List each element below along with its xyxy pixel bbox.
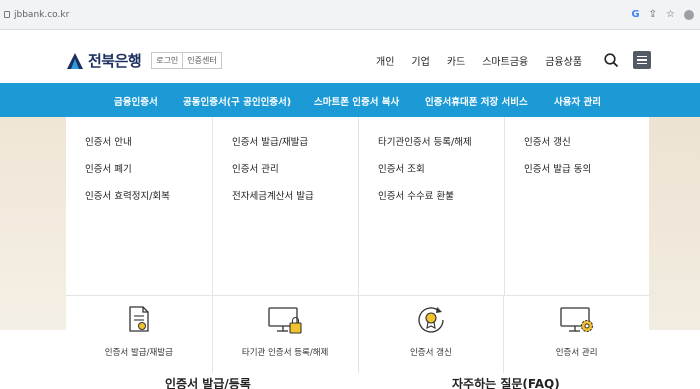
nav-business[interactable]: 기업 bbox=[411, 53, 429, 68]
star-icon[interactable]: ☆ bbox=[666, 9, 675, 21]
menu-cert-revoke[interactable]: 인증서 폐기 bbox=[85, 161, 132, 175]
gnb-joint-cert[interactable]: 공동인증서(구 공인인증서) bbox=[183, 94, 291, 108]
section-titles: 인증서 발급/등록 자주하는 질문(FAQ) bbox=[0, 373, 700, 389]
search-icon[interactable] bbox=[603, 52, 619, 68]
hamburger-menu-icon[interactable] bbox=[633, 51, 651, 69]
quick-cert-manage[interactable]: 인증서 관리 bbox=[503, 296, 649, 374]
gnb-phone-storage[interactable]: 인증서휴대폰 저장 서비스 bbox=[425, 94, 528, 108]
certificate-renew-icon bbox=[418, 307, 444, 333]
quick-label: 인증서 관리 bbox=[555, 348, 598, 358]
certificate-document-icon bbox=[129, 306, 149, 332]
logo-mark-icon bbox=[67, 52, 83, 69]
quick-label: 인증서 갱신 bbox=[409, 348, 452, 358]
gnb-smartphone-copy[interactable]: 스마트폰 인증서 복사 bbox=[314, 94, 399, 108]
nav-personal[interactable]: 개인 bbox=[376, 53, 394, 68]
menu-fee-refund[interactable]: 인증서 수수료 환불 bbox=[378, 188, 454, 202]
quick-cert-renew[interactable]: 인증서 갱신 bbox=[357, 296, 504, 374]
logo-name: 전북은행 bbox=[88, 52, 142, 70]
nav-products[interactable]: 금융상품 bbox=[545, 53, 582, 68]
monitor-lock-icon bbox=[268, 307, 302, 334]
nav-smart-finance[interactable]: 스마트금융 bbox=[482, 53, 528, 68]
browser-toolbar: G ⇪ ☆ bbox=[631, 9, 694, 21]
nav-card[interactable]: 카드 bbox=[447, 53, 465, 68]
mega-column-1: 인증서 안내 인증서 폐기 인증서 효력정지/회복 bbox=[66, 117, 212, 295]
section-title-cert-issue: 인증서 발급/등록 bbox=[165, 377, 251, 389]
google-icon[interactable]: G bbox=[631, 9, 639, 21]
menu-cert-manage[interactable]: 인증서 관리 bbox=[232, 161, 279, 175]
menu-cert-guide[interactable]: 인증서 안내 bbox=[85, 134, 132, 148]
top-nav: 개인 기업 카드 스마트금융 금융상품 bbox=[376, 53, 582, 68]
share-icon[interactable]: ⇪ bbox=[649, 9, 657, 21]
menu-cert-issue[interactable]: 인증서 발급/재발급 bbox=[232, 134, 308, 148]
menu-cert-consent[interactable]: 인증서 발급 동의 bbox=[524, 161, 591, 175]
lock-icon bbox=[4, 11, 10, 18]
menu-cert-renew[interactable]: 인증서 갱신 bbox=[524, 134, 571, 148]
quick-links: 인증서 발급/재발급 타기관 인증서 등록/해제 인증서 갱신 인증서 관리 bbox=[66, 295, 649, 374]
quick-label: 인증서 발급/재발급 bbox=[104, 348, 173, 358]
main-nav-bar: 금융인증서 공동인증서(구 공인인증서) 스마트폰 인증서 복사 인증서휴대폰 … bbox=[0, 83, 700, 117]
gnb-finance-cert[interactable]: 금융인증서 bbox=[114, 94, 158, 108]
quick-other-cert[interactable]: 타기관 인증서 등록/해제 bbox=[211, 296, 358, 374]
logo[interactable]: 전북은행 로그인 인증센터 bbox=[66, 50, 222, 71]
quick-label: 타기관 인증서 등록/해제 bbox=[241, 348, 329, 358]
profile-icon[interactable] bbox=[684, 10, 694, 20]
browser-chrome: jbbank.co.kr G ⇪ ☆ bbox=[0, 0, 700, 30]
site-header: 전북은행 로그인 인증센터 개인 기업 카드 스마트금융 금융상품 bbox=[0, 30, 700, 83]
menu-other-cert-register[interactable]: 타기관인증서 등록/해제 bbox=[378, 134, 472, 148]
mega-column-4: 인증서 갱신 인증서 발급 동의 bbox=[504, 117, 650, 295]
url-text: jbbank.co.kr bbox=[14, 10, 70, 20]
menu-cert-suspend[interactable]: 인증서 효력정지/회복 bbox=[85, 188, 170, 202]
cert-center-link[interactable]: 인증센터 bbox=[182, 53, 220, 68]
monitor-gear-icon bbox=[559, 307, 593, 333]
gnb-user-management[interactable]: 사용자 관리 bbox=[554, 94, 601, 108]
login-link[interactable]: 로그인 bbox=[152, 53, 182, 68]
mega-menu: 인증서 안내 인증서 폐기 인증서 효력정지/회복 인증서 발급/재발급 인증서… bbox=[66, 117, 649, 295]
address-bar[interactable]: jbbank.co.kr bbox=[4, 10, 69, 20]
menu-e-tax-invoice[interactable]: 전자세금계산서 발급 bbox=[232, 188, 314, 202]
logo-sub-links: 로그인 인증센터 bbox=[151, 52, 222, 69]
mega-column-3: 타기관인증서 등록/해제 인증서 조회 인증서 수수료 환불 bbox=[358, 117, 504, 295]
quick-cert-issue[interactable]: 인증서 발급/재발급 bbox=[66, 296, 212, 374]
menu-cert-lookup[interactable]: 인증서 조회 bbox=[378, 161, 425, 175]
mega-column-2: 인증서 발급/재발급 인증서 관리 전자세금계산서 발급 bbox=[212, 117, 358, 295]
section-title-faq[interactable]: 자주하는 질문(FAQ) bbox=[452, 375, 560, 389]
